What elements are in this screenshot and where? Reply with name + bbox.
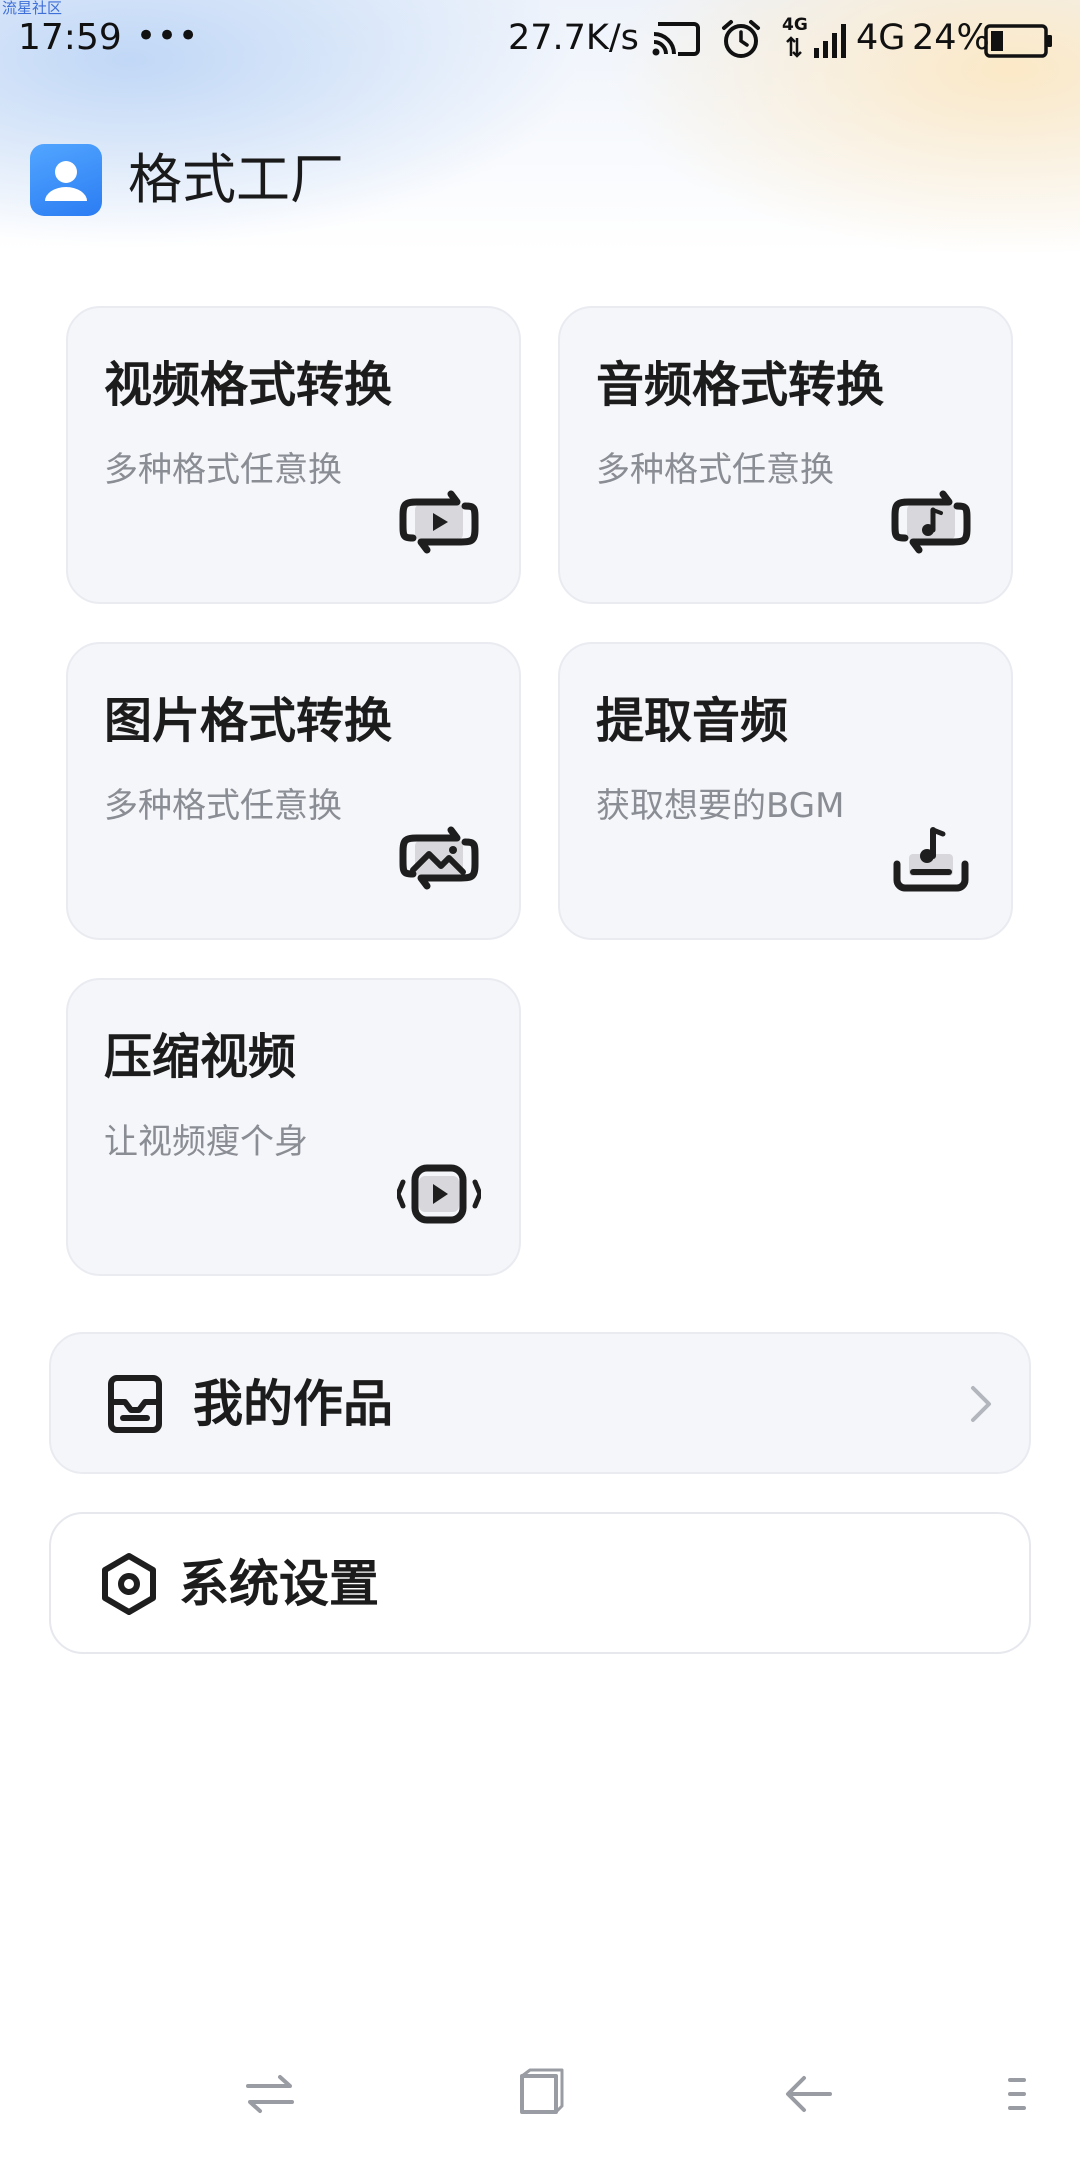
status-battery-percent: 24% [912, 18, 990, 58]
signal-icon [814, 24, 846, 58]
status-bar: 17:59 ••• 27.7K/s 4G 4G 24% [0, 8, 1080, 68]
status-network-type: 4G [856, 18, 906, 58]
menu-icon[interactable] [1002, 2066, 1032, 2122]
alarm-icon [722, 20, 760, 58]
status-more-dots: ••• [136, 16, 200, 56]
battery-icon [984, 24, 1052, 58]
inbox-icon [108, 1375, 162, 1433]
video-convert-icon [399, 490, 479, 554]
card-extract-audio[interactable]: 提取音频 获取想要的BGM [558, 642, 1013, 940]
card-compress-video[interactable]: 压缩视频 让视频瘦个身 [66, 978, 521, 1276]
compress-video-icon [397, 1164, 481, 1224]
card-video-convert[interactable]: 视频格式转换 多种格式任意换 [66, 306, 521, 604]
status-network-speed: 27.7K/s [508, 18, 639, 58]
card-subtitle: 获取想要的BGM [596, 786, 845, 826]
card-subtitle: 多种格式任意换 [596, 450, 834, 490]
status-time: 17:59 [18, 17, 122, 58]
user-icon [30, 144, 102, 216]
navigation-bar [0, 2040, 1080, 2140]
card-audio-convert[interactable]: 音频格式转换 多种格式任意换 [558, 306, 1013, 604]
card-title: 压缩视频 [104, 1029, 297, 1085]
card-subtitle: 让视频瘦个身 [104, 1122, 308, 1162]
status-4g-small: 4G [782, 15, 808, 35]
card-subtitle: 多种格式任意换 [104, 786, 342, 826]
card-subtitle: 多种格式任意换 [104, 450, 342, 490]
back-icon[interactable] [780, 2066, 840, 2122]
switch-icon[interactable] [240, 2066, 300, 2122]
cast-icon [652, 22, 700, 56]
data-arrows-icon [786, 36, 802, 58]
my-works-label: 我的作品 [193, 1375, 393, 1433]
home-square-icon[interactable] [510, 2066, 570, 2122]
card-title: 音频格式转换 [596, 357, 885, 413]
card-title: 图片格式转换 [104, 693, 393, 749]
app-title: 格式工厂 [128, 148, 344, 211]
audio-convert-icon [891, 490, 971, 554]
settings-row[interactable]: 系统设置 [49, 1512, 1031, 1654]
card-title: 提取音频 [596, 693, 789, 749]
card-title: 视频格式转换 [104, 357, 393, 413]
image-convert-icon [399, 826, 479, 890]
my-works-row[interactable]: 我的作品 [49, 1332, 1031, 1474]
settings-label: 系统设置 [179, 1555, 379, 1613]
card-image-convert[interactable]: 图片格式转换 多种格式任意换 [66, 642, 521, 940]
chevron-right-icon [971, 1386, 991, 1422]
settings-hexagon-icon [102, 1553, 156, 1615]
extract-audio-icon [893, 827, 969, 892]
